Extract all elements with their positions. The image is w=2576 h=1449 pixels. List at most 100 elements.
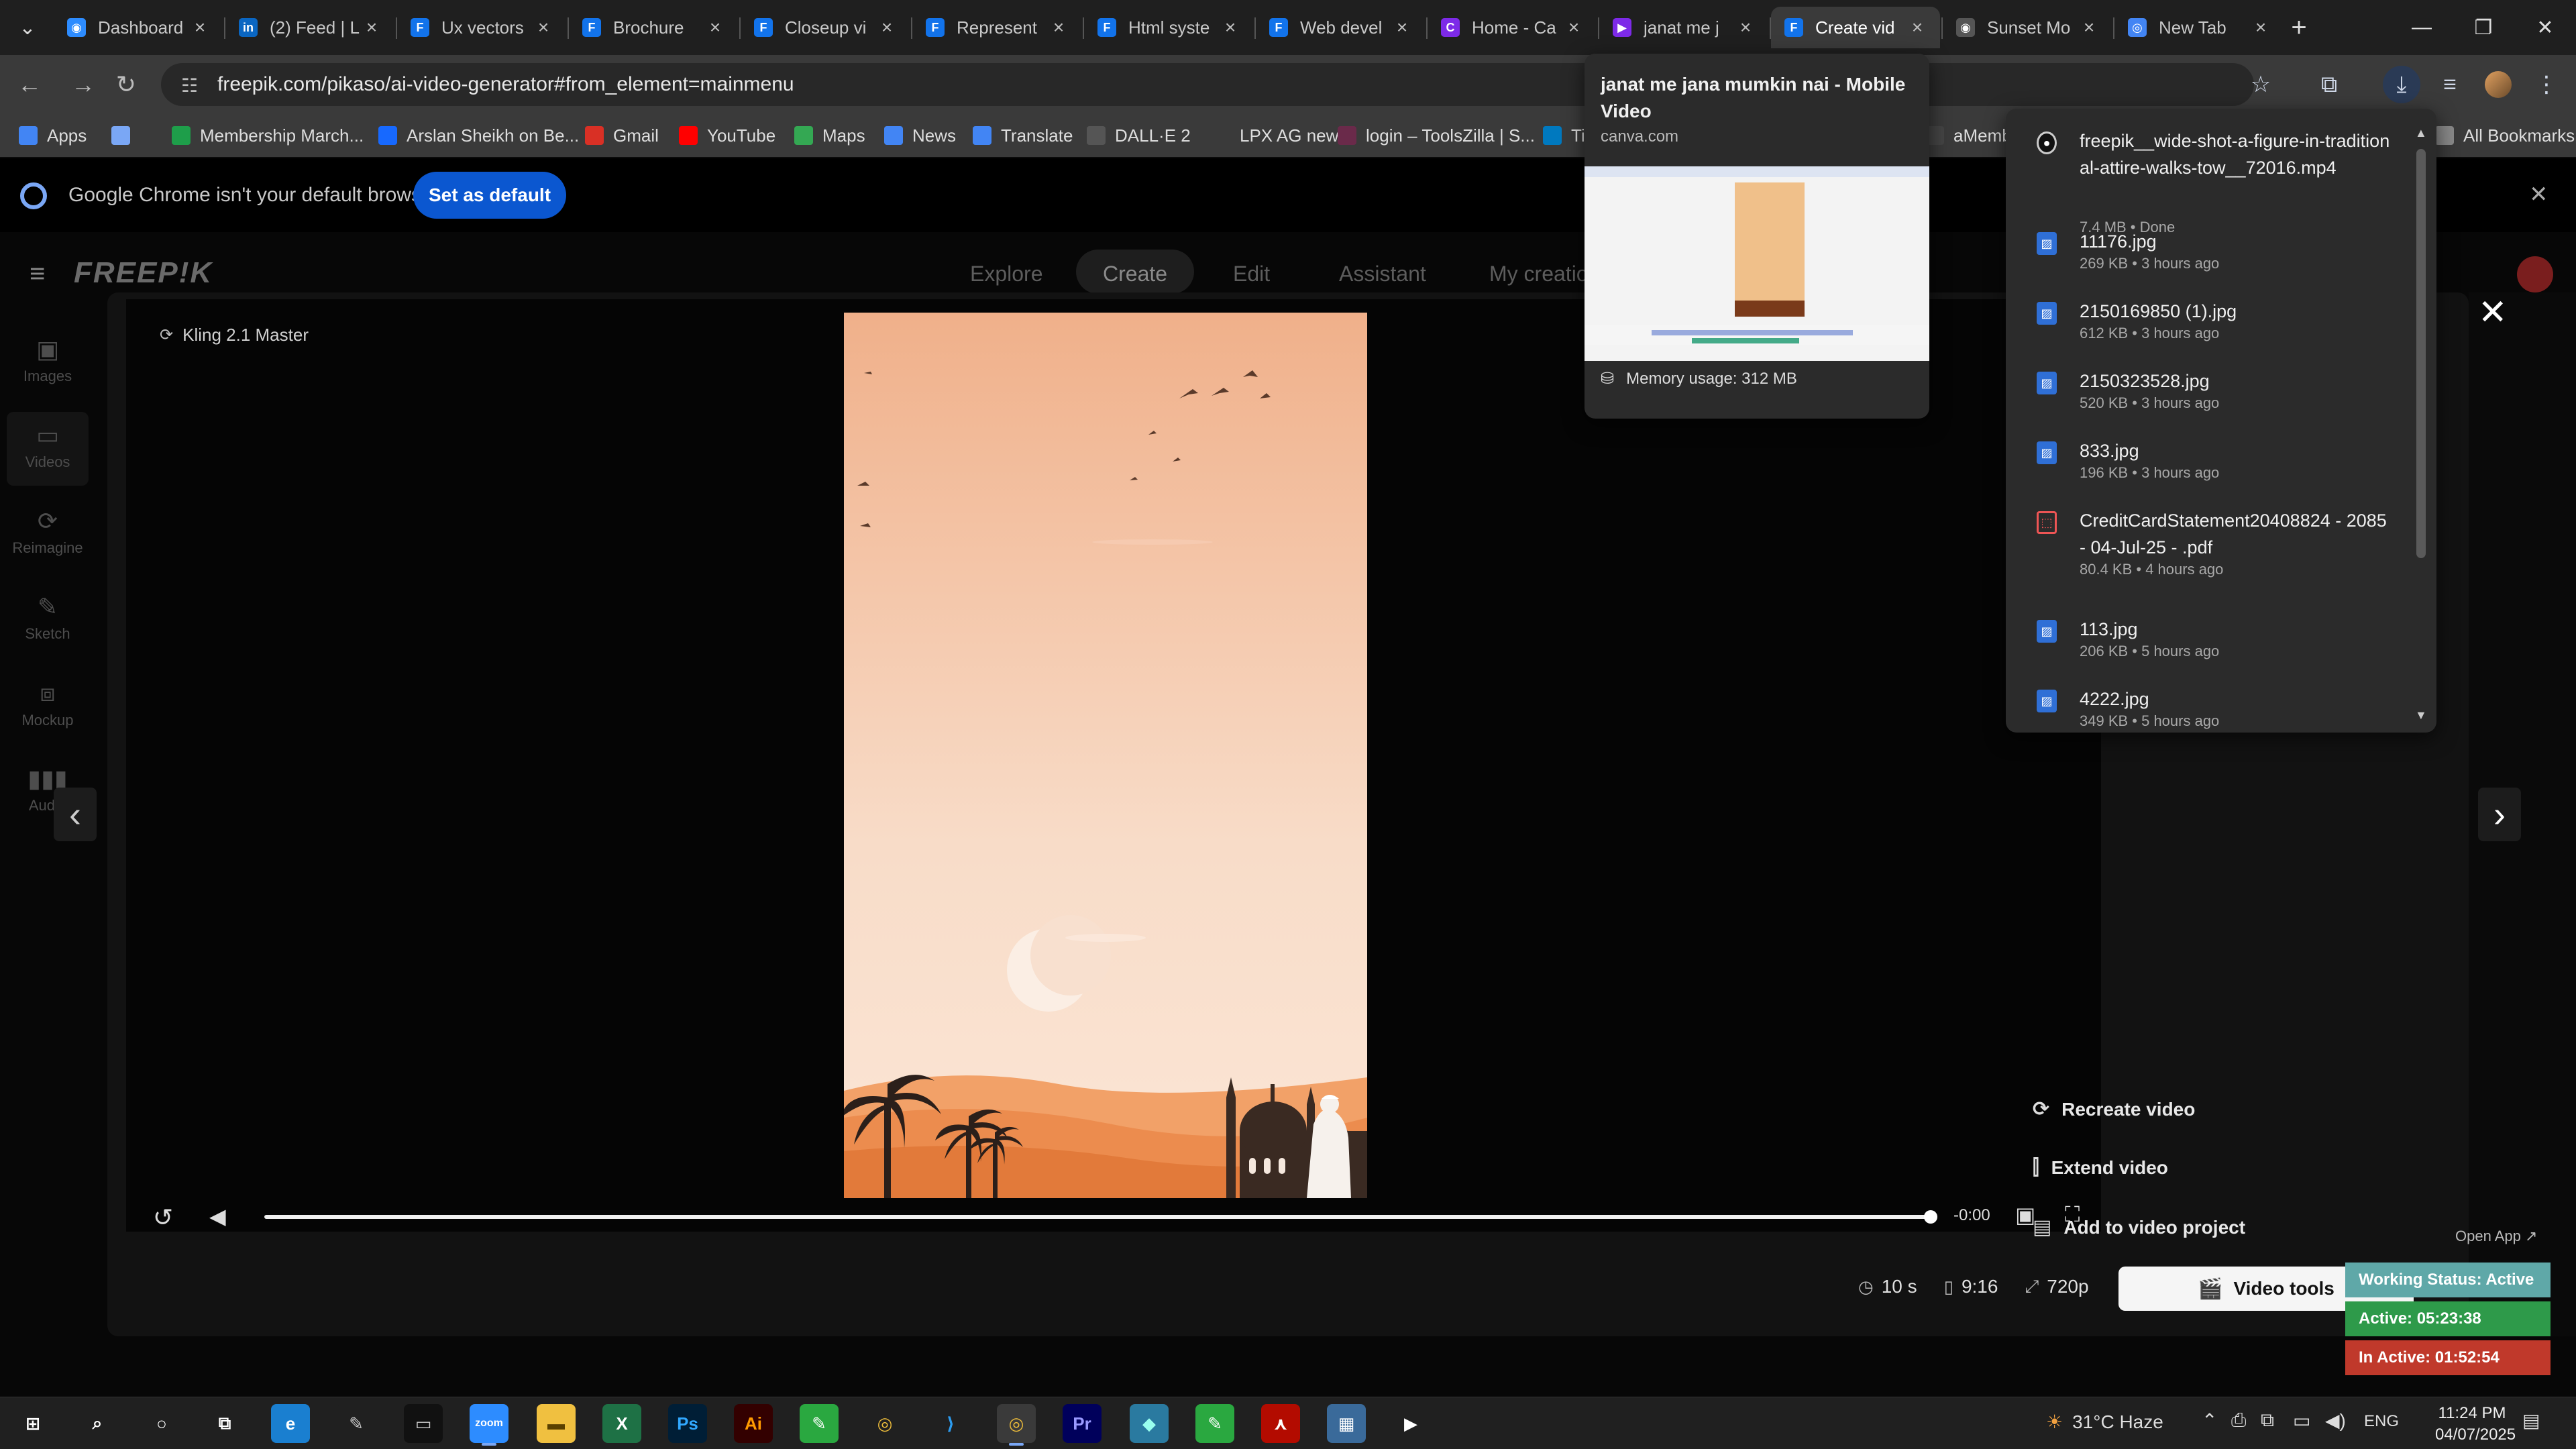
profile-button[interactable] [2479, 66, 2517, 103]
network-icon[interactable]: ▭ [2293, 1409, 2310, 1432]
tab-12[interactable]: ◉ Sunset Mo × [1943, 7, 2112, 48]
nav-edit[interactable]: Edit [1233, 262, 1270, 286]
photoshop-icon[interactable]: Ps [668, 1404, 707, 1443]
freepik-logo[interactable]: FREEP!K [74, 256, 213, 290]
tab-close-button[interactable]: × [877, 17, 896, 38]
tab-3[interactable]: F Ux vectors × [397, 7, 566, 48]
site-info-icon[interactable]: ☷ [181, 74, 201, 96]
bookmark-9[interactable]: Translate [973, 122, 1073, 149]
tab-8[interactable]: F Web devel × [1256, 7, 1425, 48]
terminal-icon[interactable]: ▭ [404, 1404, 443, 1443]
tray-network-sharing-icon[interactable]: ⧉ [2261, 1409, 2274, 1432]
tab-4[interactable]: F Brochure × [569, 7, 738, 48]
tab-close-button[interactable]: × [1393, 17, 1411, 38]
file-explorer-icon[interactable]: ▬ [537, 1404, 576, 1443]
extend-video-button[interactable]: ⫿ Extend video [2033, 1157, 2168, 1179]
tab-10[interactable]: ▶ janat me j × [1599, 7, 1768, 48]
notification-center-icon[interactable]: ▤ [2522, 1409, 2540, 1432]
previous-button[interactable]: ‹ [54, 788, 97, 841]
minimize-button[interactable]: — [2391, 0, 2453, 55]
downloads-scrollbar[interactable]: ▲ ▼ [2414, 126, 2427, 722]
bookmark-8[interactable]: News [884, 122, 956, 149]
bookmark-12[interactable]: login – ToolsZilla | S... [1338, 122, 1535, 149]
nav-my-creatio[interactable]: My creatio [1489, 262, 1589, 286]
tab-close-button[interactable]: × [362, 17, 381, 38]
set-default-button[interactable]: Set as default [413, 172, 566, 219]
tray-chevron-icon[interactable]: ⌃ [2202, 1409, 2217, 1432]
bookmark-15[interactable]: All Bookmarks [2435, 122, 2575, 149]
hamburger-menu-button[interactable]: ≡ [30, 259, 45, 289]
windows-start-icon[interactable]: ⊞ [13, 1404, 52, 1443]
calculator-icon[interactable]: ▦ [1327, 1404, 1366, 1443]
sidebar-item-reimagine[interactable]: ⟳ Reimagine [7, 498, 89, 572]
excel-icon[interactable]: X [602, 1404, 641, 1443]
infobar-close-button[interactable]: ✕ [2529, 181, 2556, 208]
sidebar-item-mockup[interactable]: ⧈ Mockup [7, 669, 89, 743]
tab-close-button[interactable]: × [191, 17, 209, 38]
language-indicator[interactable]: ENG [2364, 1412, 2399, 1431]
add-to-video-project-button[interactable]: ▤ Add to video project [2033, 1216, 2245, 1239]
edge-icon[interactable]: e [271, 1404, 310, 1443]
weather-widget[interactable]: ☀ 31°C Haze [2046, 1411, 2163, 1433]
tab-close-button[interactable]: × [1049, 17, 1068, 38]
sidebar-item-videos[interactable]: ▭ Videos [7, 412, 89, 486]
tab-close-button[interactable]: × [2080, 17, 2098, 38]
reload-button[interactable]: ↻ [107, 66, 145, 103]
tab-close-button[interactable]: × [534, 17, 553, 38]
volume-icon[interactable]: ◀) [2325, 1409, 2346, 1432]
tab-13[interactable]: ◎ New Tab × [2114, 7, 2284, 48]
bookmark-3[interactable]: Membership March... [172, 122, 364, 149]
seek-handle[interactable] [1924, 1210, 1937, 1224]
clock[interactable]: 11:24 PM 04/07/2025 [2435, 1403, 2516, 1446]
bookmark-6[interactable]: YouTube [679, 122, 775, 149]
chrome-icon[interactable]: ◎ [865, 1404, 904, 1443]
address-bar[interactable]: ☷ freepik.com/pikaso/ai-video-generator#… [161, 63, 2254, 106]
vscode-icon[interactable]: ⟩ [931, 1404, 970, 1443]
close-window-button[interactable]: ✕ [2514, 0, 2576, 55]
modal-close-button[interactable]: ✕ [2478, 292, 2508, 333]
tab-5[interactable]: F Closeup vi × [741, 7, 910, 48]
premiere-icon[interactable]: Pr [1063, 1404, 1102, 1443]
nav-assistant[interactable]: Assistant [1339, 262, 1426, 286]
search-icon[interactable]: ⌕ [78, 1404, 117, 1443]
bookmark-star-button[interactable]: ☆ [2242, 66, 2279, 103]
green-app-2-icon[interactable]: ✎ [1195, 1404, 1234, 1443]
recreate-video-button[interactable]: ⟳ Recreate video [2033, 1097, 2195, 1121]
tab-11[interactable]: F Create vid × [1771, 7, 1940, 48]
extensions-button[interactable]: ⧉ [2310, 66, 2348, 103]
tab-close-button[interactable]: × [706, 17, 724, 38]
bookmark-1[interactable]: Apps [19, 122, 87, 149]
chrome-profile-icon[interactable]: ◎ [997, 1404, 1036, 1446]
tab-close-button[interactable]: × [1736, 17, 1755, 38]
seek-bar[interactable] [264, 1215, 1931, 1219]
downloads-button[interactable]: ⤓ [2383, 66, 2420, 103]
illustrator-icon[interactable]: Ai [734, 1404, 773, 1443]
cortana-icon[interactable]: ○ [142, 1404, 181, 1443]
open-app-link[interactable]: Open App ↗ [2455, 1228, 2537, 1245]
sidebar-item-sketch[interactable]: ✎ Sketch [7, 584, 89, 657]
nav-explore[interactable]: Explore [970, 262, 1043, 286]
zoom-icon[interactable]: zoom [470, 1404, 508, 1446]
back-button[interactable]: ← [11, 66, 48, 103]
scrollbar-thumb[interactable] [2416, 149, 2426, 558]
tab-6[interactable]: F Represent × [912, 7, 1081, 48]
acrobat-icon[interactable]: ⋏ [1261, 1404, 1300, 1443]
bookmark-7[interactable]: Maps [794, 122, 865, 149]
task-view-icon[interactable]: ⧉ [205, 1404, 244, 1443]
tab-close-button[interactable]: × [1221, 17, 1240, 38]
next-button[interactable]: › [2478, 788, 2521, 841]
scroll-up-icon[interactable]: ▲ [2415, 126, 2427, 140]
chrome-menu-button[interactable]: ⋮ [2528, 66, 2565, 103]
nav-create[interactable]: Create [1103, 262, 1167, 286]
forward-button[interactable]: → [64, 66, 102, 103]
media-player-icon[interactable]: ▶ [1391, 1404, 1430, 1443]
replay-button[interactable]: ↺ [153, 1203, 173, 1232]
bookmark-13[interactable]: Ti [1543, 122, 1585, 149]
bookmark-4[interactable]: Arslan Sheikh on Be... [378, 122, 579, 149]
tab-1[interactable]: ◉ Dashboard × [54, 7, 223, 48]
restore-button[interactable]: ❐ [2453, 0, 2514, 55]
media-control-button[interactable]: ≡ [2431, 66, 2469, 103]
tab-7[interactable]: F Html syste × [1084, 7, 1253, 48]
pen-icon[interactable]: ✎ [337, 1404, 376, 1443]
sidebar-item-images[interactable]: ▣ Images [7, 326, 89, 400]
